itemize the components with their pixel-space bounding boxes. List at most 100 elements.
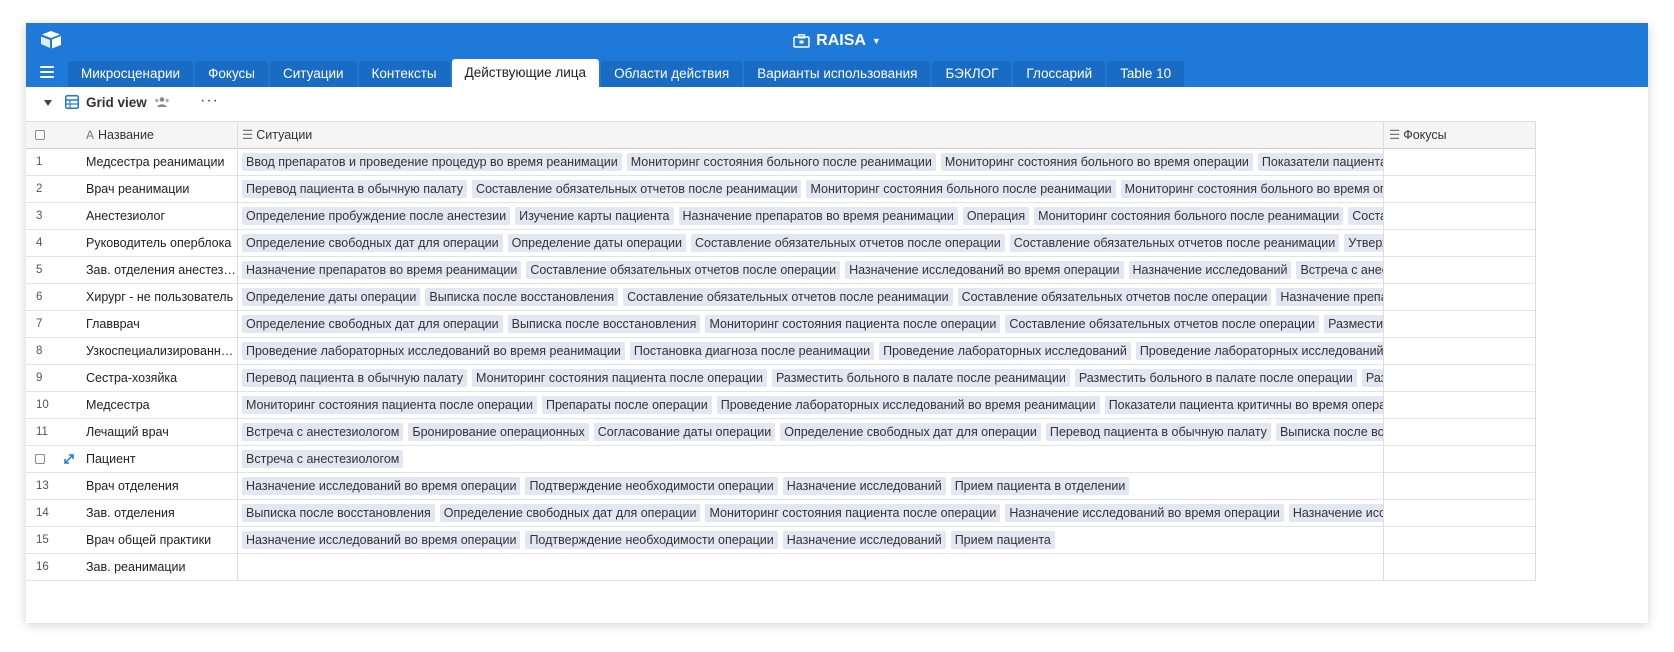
table-row[interactable]: 11 Лечащий врач Встреча с анестезиологом Бр… — [26, 419, 1536, 446]
cell-focuses[interactable] — [1384, 392, 1536, 418]
cell-name[interactable]: Пациент — [86, 446, 236, 472]
cell-focuses[interactable] — [1384, 311, 1536, 337]
linked-record-chip[interactable]: Определение свободных дат для операции — [439, 504, 701, 522]
table-row[interactable]: 6 Хирург - не пользователь Определение дат… — [26, 284, 1536, 311]
linked-record-chip[interactable]: Назначение исследований во время операци… — [242, 477, 521, 495]
cell-situations[interactable]: Определение свободных дат для операции Вы… — [238, 311, 1384, 337]
cell-focuses[interactable] — [1384, 176, 1536, 202]
linked-record-chip[interactable]: Мониторинг состояния пациента после опер… — [705, 315, 1001, 333]
select-all-checkbox[interactable] — [35, 130, 45, 140]
cell-situations[interactable]: Назначение исследований во время операци… — [238, 473, 1384, 499]
cell-name[interactable]: Врач реанимации — [86, 176, 236, 202]
linked-record-chip[interactable]: Разместить больного в палате после опера… — [1074, 369, 1357, 387]
cell-focuses[interactable] — [1384, 473, 1536, 499]
cell-name[interactable]: Врач общей практики — [86, 527, 236, 553]
cell-focuses[interactable] — [1384, 527, 1536, 553]
column-header-situations[interactable]: ☰ Ситуации — [242, 122, 312, 148]
linked-record-chip[interactable]: Составление обязательных отчетов после о… — [1005, 315, 1320, 333]
linked-record-chip[interactable]: Составление обязательных отчетов после р… — [472, 180, 802, 198]
linked-record-chip[interactable]: Назначение препаратов после оп — [1276, 288, 1384, 306]
cell-focuses[interactable] — [1384, 500, 1536, 526]
linked-record-chip[interactable]: Перевод пациента в обычную палату — [242, 369, 468, 387]
column-header-focuses[interactable]: ☰ Фокусы — [1389, 122, 1447, 148]
linked-record-chip[interactable]: Проведение лабораторных исследований во … — [1135, 342, 1384, 360]
linked-record-chip[interactable]: Составление обязательных отчетов после р… — [623, 288, 953, 306]
cell-name[interactable]: Зав. отделения анестезиологии — [86, 257, 236, 283]
table-row[interactable]: 1 Медсестра реанимации Ввод препаратов и п… — [26, 149, 1536, 176]
cell-name[interactable]: Зав. отделения — [86, 500, 236, 526]
linked-record-chip[interactable]: Составление обязательных отчетов после о… — [957, 288, 1272, 306]
linked-record-chip[interactable]: Бронирование операционных — [408, 423, 589, 441]
cell-name[interactable]: Лечащий врач — [86, 419, 236, 445]
linked-record-chip[interactable]: Мониторинг состояния пациента после опер… — [242, 396, 537, 414]
table-row[interactable]: 13 Врач отделения Назначение исследований … — [26, 473, 1536, 500]
cell-situations[interactable]: Мониторинг состояния пациента после опер… — [238, 392, 1384, 418]
linked-record-chip[interactable]: Встреча с анестезиологом — [242, 450, 404, 468]
cell-situations[interactable]: Встреча с анестезиологом — [238, 446, 1384, 472]
tab-7[interactable]: БЭКЛОГ — [932, 61, 1012, 87]
cell-focuses[interactable] — [1384, 257, 1536, 283]
table-row[interactable]: 10 Медсестра Мониторинг состояния пациента… — [26, 392, 1536, 419]
linked-record-chip[interactable]: Выписка после восстановления — [507, 315, 701, 333]
tab-3[interactable]: Контексты — [358, 61, 450, 87]
linked-record-chip[interactable]: Проведение лабораторных исследований — [879, 342, 1131, 360]
collaborative-view-icon[interactable] — [154, 96, 170, 108]
table-row[interactable]: Пациент Встреча с анестезиологом — [26, 446, 1536, 473]
linked-record-chip[interactable]: Назначение препаратов во время реанимаци… — [242, 261, 522, 279]
cell-focuses[interactable] — [1384, 149, 1536, 175]
linked-record-chip[interactable]: Определение свободных дат для операции — [780, 423, 1041, 441]
cell-situations[interactable]: Проведение лабораторных исследований во … — [238, 338, 1384, 364]
linked-record-chip[interactable]: Назначение исследований — [1288, 504, 1384, 522]
cell-focuses[interactable] — [1384, 554, 1536, 580]
linked-record-chip[interactable]: Показатели пациента критичны во время оп… — [1104, 396, 1384, 414]
linked-record-chip[interactable]: Разместить больно — [1361, 369, 1384, 387]
table-row[interactable]: 14 Зав. отделения Выписка после восстановл… — [26, 500, 1536, 527]
linked-record-chip[interactable]: Определение даты операции — [242, 288, 421, 306]
table-row[interactable]: 16 Зав. реанимации — [26, 554, 1536, 581]
linked-record-chip[interactable]: Мониторинг состояния больного во время о… — [1120, 180, 1384, 198]
linked-record-chip[interactable]: Перевод пациента в обычную палату — [242, 180, 468, 198]
linked-record-chip[interactable]: Встреча с анестезиологом — [242, 423, 404, 441]
linked-record-chip[interactable]: Определение свободных дат для операции — [242, 234, 503, 252]
cell-name[interactable]: Хирург - не пользователь — [86, 284, 236, 310]
table-row[interactable]: 9 Сестра-хозяйка Перевод пациента в обычну… — [26, 365, 1536, 392]
linked-record-chip[interactable]: Проведение лабораторных исследований во … — [242, 342, 625, 360]
cell-situations[interactable]: Определение свободных дат для операции Оп… — [238, 230, 1384, 256]
linked-record-chip[interactable]: Мониторинг состояния больного во время о… — [940, 153, 1253, 171]
cell-focuses[interactable] — [1384, 419, 1536, 445]
tab-2[interactable]: Ситуации — [270, 61, 357, 87]
linked-record-chip[interactable]: Подтверждение необходимости операции — [525, 531, 778, 549]
more-options-icon[interactable]: ··· — [200, 92, 219, 110]
cell-focuses[interactable] — [1384, 230, 1536, 256]
cell-name[interactable]: Анестезиолог — [86, 203, 236, 229]
cell-focuses[interactable] — [1384, 365, 1536, 391]
table-row[interactable]: 2 Врач реанимации Перевод пациента в обычн… — [26, 176, 1536, 203]
linked-record-chip[interactable]: Назначение исследований — [1128, 261, 1292, 279]
linked-record-chip[interactable]: Разместить больного в палате после реани… — [772, 369, 1070, 387]
linked-record-chip[interactable]: Изучение карты пациента — [515, 207, 674, 225]
linked-record-chip[interactable]: Выписка после восстановления — [242, 504, 435, 522]
linked-record-chip[interactable]: Ввод препаратов и проведение процедур во… — [242, 153, 622, 171]
row-checkbox[interactable] — [35, 454, 45, 464]
tab-6[interactable]: Варианты использования — [744, 61, 931, 87]
linked-record-chip[interactable]: Составление обязательных отчетов после о… — [526, 261, 841, 279]
linked-record-chip[interactable]: Назначение исследований — [782, 531, 946, 549]
expand-record-icon[interactable] — [64, 454, 74, 464]
linked-record-chip[interactable]: Выписка после восстановления — [1275, 423, 1384, 441]
cell-focuses[interactable] — [1384, 338, 1536, 364]
cell-focuses[interactable] — [1384, 203, 1536, 229]
cell-situations[interactable]: Перевод пациента в обычную палату Монитор… — [238, 365, 1384, 391]
table-row[interactable]: 8 Узкоспециализированный врач Проведение л… — [26, 338, 1536, 365]
linked-record-chip[interactable]: Назначение исследований во время операци… — [1005, 504, 1284, 522]
view-name[interactable]: Grid view — [86, 95, 147, 110]
cell-situations[interactable]: Назначение исследований во время операци… — [238, 527, 1384, 553]
cell-name[interactable]: Врач отделения — [86, 473, 236, 499]
table-row[interactable]: 15 Врач общей практики Назначение исследов… — [26, 527, 1536, 554]
linked-record-chip[interactable]: Выписка после восстановления — [425, 288, 619, 306]
linked-record-chip[interactable]: Составление обязательных отчетов после р… — [1009, 234, 1340, 252]
tab-1[interactable]: Фокусы — [195, 61, 268, 87]
tab-9[interactable]: Table 10 — [1107, 61, 1185, 87]
cell-situations[interactable]: Перевод пациента в обычную палату Составл… — [238, 176, 1384, 202]
linked-record-chip[interactable]: Постановка диагноза после реанимации — [629, 342, 875, 360]
cell-situations[interactable]: Ввод препаратов и проведение процедур во… — [238, 149, 1384, 175]
